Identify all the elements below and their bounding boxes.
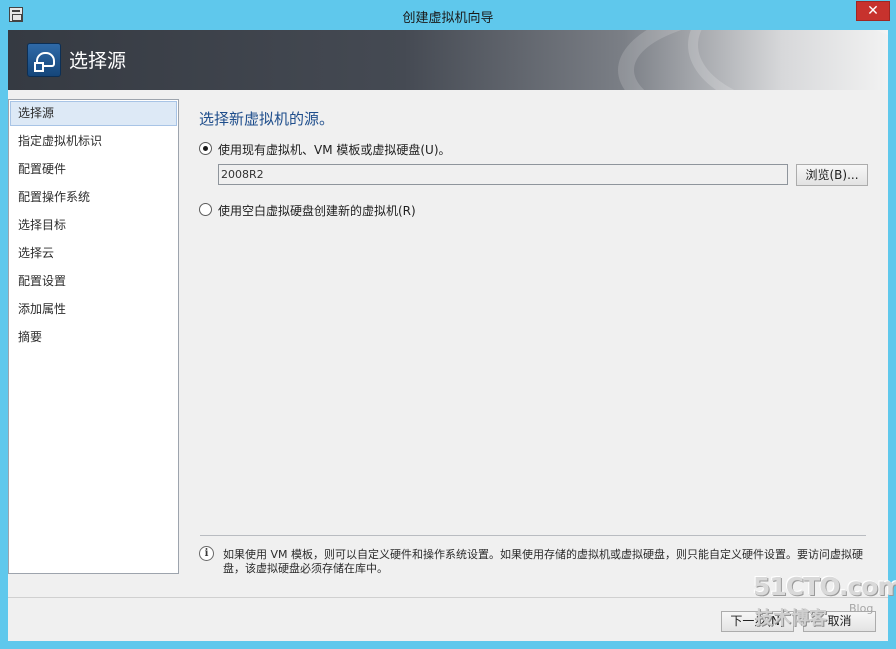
page-shape bbox=[34, 62, 44, 72]
nav-item-summary[interactable]: 摘要 bbox=[9, 323, 178, 351]
window-title: 创建虚拟机向导 bbox=[402, 11, 494, 26]
wizard-header-banner: 选择源 bbox=[8, 30, 888, 90]
section-heading: 选择新虚拟机的源。 bbox=[199, 110, 335, 128]
browse-button[interactable]: 浏览(B)... bbox=[796, 164, 868, 186]
info-icon: i bbox=[199, 546, 214, 561]
nav-item-configure-hardware[interactable]: 配置硬件 bbox=[9, 155, 178, 183]
wizard-window: 创建虚拟机向导 ✕ 选择源 选择源 指定虚拟机标识 配置硬件 配置操作系统 选择… bbox=[0, 0, 896, 649]
nav-item-vm-identity[interactable]: 指定虚拟机标识 bbox=[9, 127, 178, 155]
content-divider bbox=[200, 535, 866, 536]
nav-item-configure-os[interactable]: 配置操作系统 bbox=[9, 183, 178, 211]
blank-disk-label[interactable]: 使用空白虚拟硬盘创建新的虚拟机(R) bbox=[218, 202, 416, 219]
existing-source-label[interactable]: 使用现有虚拟机、VM 模板或虚拟硬盘(U)。 bbox=[218, 141, 451, 158]
wizard-client-area: 选择源 选择源 指定虚拟机标识 配置硬件 配置操作系统 选择目标 选择云 配置设… bbox=[8, 30, 896, 641]
banner-swirl-decoration bbox=[688, 30, 888, 90]
wizard-step-list: 选择源 指定虚拟机标识 配置硬件 配置操作系统 选择目标 选择云 配置设置 添加… bbox=[8, 99, 179, 574]
title-bar[interactable]: 创建虚拟机向导 ✕ bbox=[0, 0, 896, 30]
nav-item-add-properties[interactable]: 添加属性 bbox=[9, 295, 178, 323]
close-button[interactable]: ✕ bbox=[856, 1, 890, 21]
source-path-field[interactable] bbox=[218, 164, 788, 185]
nav-item-select-source[interactable]: 选择源 bbox=[10, 101, 177, 126]
nav-item-configure-settings[interactable]: 配置设置 bbox=[9, 267, 178, 295]
info-text: 如果使用 VM 模板，则可以自定义硬件和操作系统设置。如果使用存储的虚拟机或虚拟… bbox=[223, 548, 864, 575]
footer-separator bbox=[8, 597, 888, 598]
next-button[interactable]: 下一步(N) bbox=[721, 611, 794, 632]
cancel-button[interactable]: 取消 bbox=[803, 611, 876, 632]
nav-item-select-cloud[interactable]: 选择云 bbox=[9, 239, 178, 267]
existing-source-radio[interactable] bbox=[199, 142, 212, 155]
page-title: 选择源 bbox=[69, 50, 127, 72]
nav-item-select-destination[interactable]: 选择目标 bbox=[9, 211, 178, 239]
cloud-vm-icon bbox=[27, 43, 61, 77]
blank-disk-radio[interactable] bbox=[199, 203, 212, 216]
